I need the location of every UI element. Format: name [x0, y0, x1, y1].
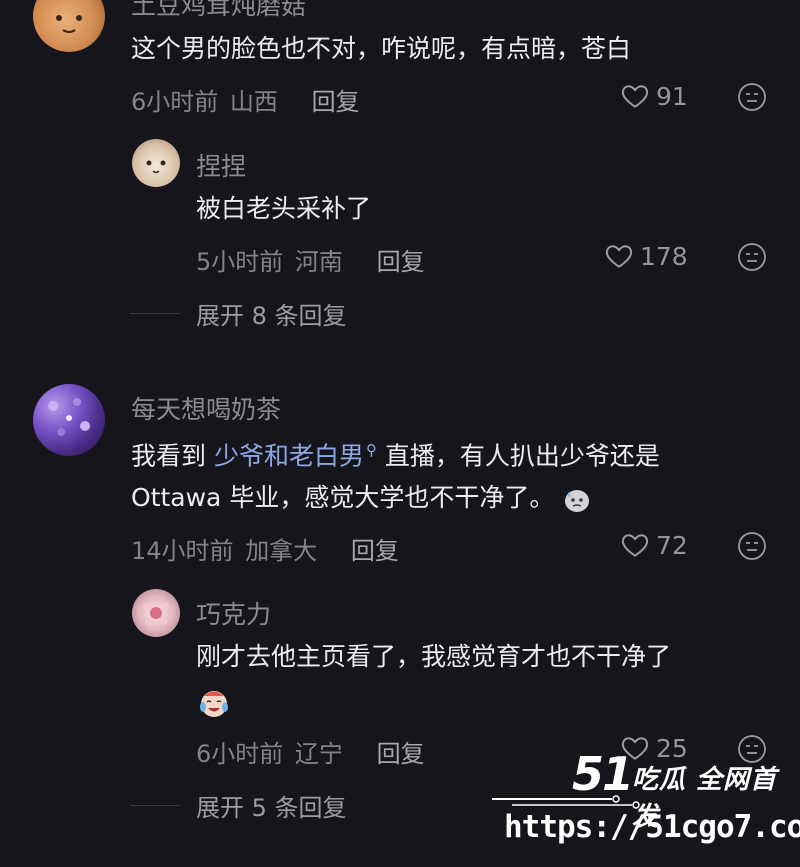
like-button[interactable]: 178 — [604, 241, 688, 271]
heart-outline-icon — [605, 245, 633, 268]
flower-avatar-icon — [48, 398, 90, 436]
comment-text: 这个男的脸色也不对，咋说呢，有点暗，苍白 — [131, 34, 632, 63]
reply-location: 辽宁 — [294, 740, 343, 768]
text-segment: Ottawa 毕业，感觉大学也不干净了。 — [131, 483, 555, 512]
comment-time: 6小时前 — [131, 88, 219, 116]
circuit-lines-icon — [492, 795, 640, 809]
reply-text: 刚才去他主页看了，我感觉育才也不干净了 — [196, 642, 672, 671]
heart-outline-icon — [621, 85, 649, 108]
search-link[interactable]: 少爷和老白男 — [214, 441, 364, 470]
cat-avatar-icon — [146, 160, 166, 174]
reply-button[interactable]: 回复 — [312, 88, 360, 116]
reply-username[interactable]: 捏捏 — [196, 147, 246, 183]
reply-time: 5小时前 — [196, 248, 284, 276]
comment-location: 山西 — [229, 88, 278, 116]
like-button[interactable]: 72 — [620, 530, 688, 560]
comment-username[interactable]: 每天想喝奶茶 — [131, 390, 281, 426]
comment-meta: 14小时前 加拿大 回复 — [131, 531, 399, 566]
reply-button[interactable]: 回复 — [377, 740, 425, 768]
heart-outline-icon — [621, 534, 649, 557]
expand-replies-button[interactable]: 展开 5 条回复 — [130, 788, 347, 823]
comment-location: 加拿大 — [245, 537, 318, 565]
reply-meta: 5小时前 河南 回复 — [196, 242, 425, 277]
like-count: 72 — [656, 530, 688, 560]
avatar[interactable] — [33, 0, 105, 52]
expand-replies-button[interactable]: 展开 8 条回复 — [130, 296, 347, 331]
divider — [130, 313, 180, 314]
like-count: 178 — [640, 241, 688, 271]
reply-username[interactable]: 巧克力 — [196, 595, 271, 631]
divider — [130, 805, 180, 806]
avatar[interactable] — [33, 384, 105, 456]
text-segment: 直播，有人扒出少爷还是 — [376, 441, 660, 471]
comment-text: 我看到 少爷和老白男 ⚲ 直播，有人扒出少爷还是 — [131, 427, 660, 479]
reply-emoji-line — [196, 678, 232, 725]
expand-label: 展开 8 条回复 — [196, 302, 347, 330]
unamused-face-icon[interactable] — [737, 531, 767, 561]
like-button[interactable]: 91 — [620, 81, 688, 111]
crying-laugh-emoji-icon — [200, 691, 228, 717]
like-count: 91 — [656, 81, 688, 111]
watermark-number: 51 — [572, 747, 634, 801]
comment-text-line2: Ottawa 毕业，感觉大学也不干净了。 — [131, 474, 592, 521]
comment-username[interactable]: 土豆鸡茸炖磨菇 — [131, 0, 306, 22]
reply-time: 6小时前 — [196, 740, 284, 768]
search-icon[interactable]: ⚲ — [366, 441, 377, 459]
unamused-face-icon[interactable] — [737, 242, 767, 272]
reply-meta: 6小时前 辽宁 回复 — [196, 734, 425, 769]
reply-button[interactable]: 回复 — [377, 248, 425, 276]
comment-time: 14小时前 — [131, 537, 234, 565]
flower-avatar-icon — [143, 602, 169, 626]
unamused-face-icon[interactable] — [737, 82, 767, 112]
watermark-url: https://51cgo7.com — [504, 809, 800, 845]
sweat-emoji-icon — [565, 490, 590, 512]
reply-button[interactable]: 回复 — [351, 537, 399, 565]
watermark: 51 吃瓜 全网首发 https://51cgo7.com — [492, 747, 800, 857]
reply-location: 河南 — [294, 248, 343, 276]
cat-avatar-icon — [56, 15, 82, 33]
expand-label: 展开 5 条回复 — [196, 794, 347, 822]
reply-avatar[interactable] — [132, 589, 180, 637]
reply-text: 被白老头采补了 — [196, 194, 372, 223]
reply-avatar[interactable] — [132, 139, 180, 187]
text-segment: 我看到 — [131, 441, 214, 471]
comment-meta: 6小时前 山西 回复 — [131, 82, 360, 117]
